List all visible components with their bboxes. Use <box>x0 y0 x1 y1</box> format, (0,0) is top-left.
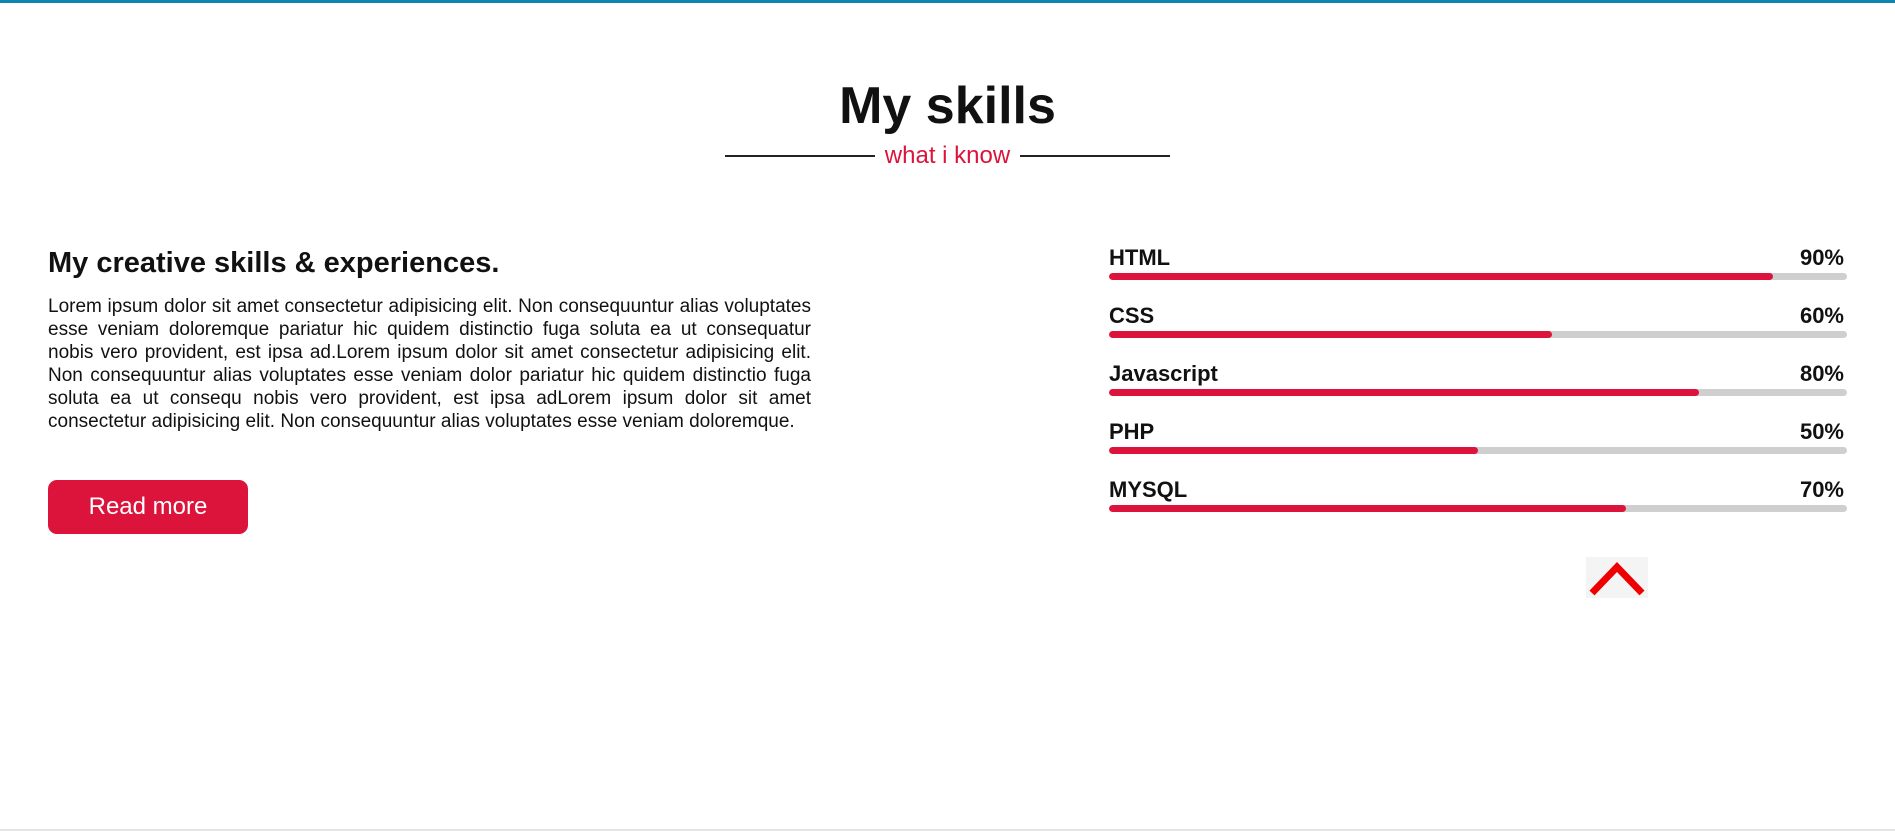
skill-bar-track <box>1109 505 1847 512</box>
section-title: My skills <box>839 77 1056 135</box>
skill-item: PHP 50% <box>1109 418 1847 476</box>
skill-percent: 90% <box>1799 245 1844 270</box>
skill-item: MYSQL 70% <box>1109 476 1847 534</box>
skill-bar-track <box>1109 331 1847 338</box>
skill-bar-fill <box>1109 389 1700 396</box>
about-column: My creative skills & experiences. Lorem … <box>48 243 811 433</box>
subtitle-divider-right <box>1020 155 1171 157</box>
skill-bar-track <box>1109 273 1847 280</box>
skill-name: PHP <box>1109 419 1155 444</box>
skill-item: HTML 90% <box>1109 244 1847 302</box>
skill-bar-track <box>1109 389 1847 396</box>
section-subtitle: what i know <box>884 142 1011 169</box>
skill-item: CSS 60% <box>1109 302 1847 360</box>
skill-bar-fill <box>1109 505 1626 512</box>
about-text: Lorem ipsum dolor sit amet consectetur a… <box>48 296 811 432</box>
skill-percent: 60% <box>1799 303 1844 328</box>
about-heading: My creative skills & experiences. <box>48 247 500 279</box>
skill-name: MYSQL <box>1109 477 1188 502</box>
skill-name: HTML <box>1109 245 1171 270</box>
skills-list: HTML 90% CSS 60% Javascript 80% PHP 50% <box>1109 244 1847 534</box>
skill-percent: 80% <box>1799 361 1844 386</box>
skill-item: Javascript 80% <box>1109 360 1847 418</box>
skill-name: Javascript <box>1109 361 1218 386</box>
subtitle-divider-left <box>724 155 875 157</box>
skill-bar-fill <box>1109 273 1774 280</box>
skill-percent: 70% <box>1799 477 1844 502</box>
scroll-to-top-button[interactable] <box>1586 557 1648 598</box>
skill-bar-fill <box>1109 447 1478 454</box>
skill-bar-track <box>1109 447 1847 454</box>
skill-percent: 50% <box>1799 419 1844 444</box>
read-more-button[interactable]: Read more <box>48 480 248 534</box>
section-subtitle-row: what i know <box>0 141 1895 171</box>
chevron-up-icon <box>1589 561 1645 596</box>
skill-name: CSS <box>1109 303 1155 328</box>
top-border <box>0 0 1895 3</box>
skill-bar-fill <box>1109 331 1552 338</box>
